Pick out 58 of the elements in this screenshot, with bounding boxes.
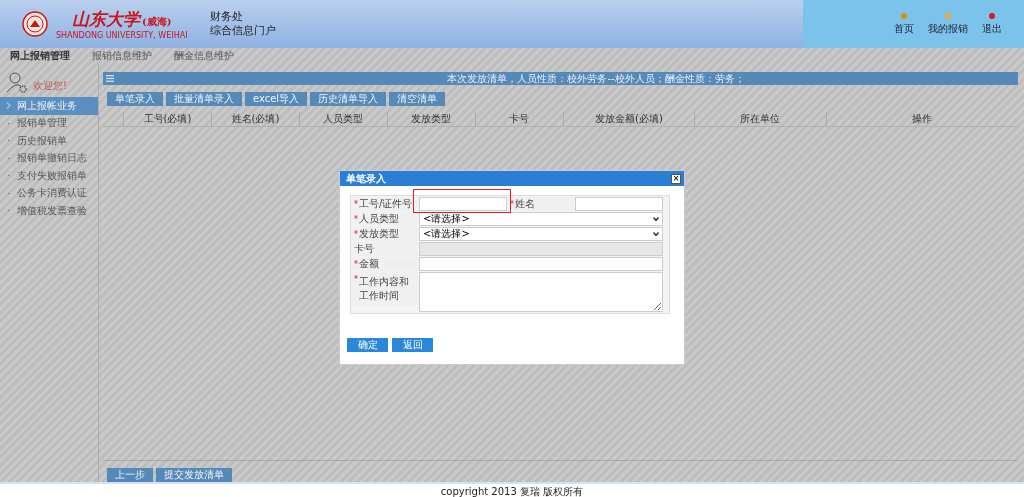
toolbar-button[interactable]: 批量清单录入 (166, 92, 242, 106)
text-field[interactable] (575, 197, 663, 211)
welcome-text: 欢迎您! (33, 79, 67, 93)
header-link[interactable]: 退出 (982, 13, 1002, 36)
footer-button[interactable]: 提交发放清单 (156, 468, 232, 482)
department-title: 财务处 (209, 10, 244, 24)
column-header: 发放类型 (386, 112, 475, 126)
sidebar-item[interactable]: 报销单撤销日志 (0, 149, 98, 167)
user-gear-icon (5, 70, 29, 94)
dialog-button[interactable]: 确定 (347, 338, 388, 352)
text-field[interactable] (419, 257, 663, 271)
toolbar-button[interactable]: 历史清单导入 (310, 92, 387, 106)
column-header: 工号(必填) (123, 112, 211, 126)
sidebar-item[interactable]: 网上报帐业务 (0, 97, 98, 115)
column-header: 卡号 (474, 112, 563, 126)
field-label: 金额 (359, 257, 379, 271)
field-label: 发放类型 (359, 227, 399, 241)
column-header: 操作 (825, 112, 1018, 126)
sidebar-item[interactable]: 公务卡消费认证 (0, 184, 98, 202)
field-label: 卡号 (354, 242, 374, 256)
footer-button[interactable]: 上一步 (107, 468, 153, 482)
university-emblem-icon (22, 11, 48, 37)
text-field[interactable] (419, 197, 507, 211)
header-link[interactable]: 首页 (894, 13, 914, 36)
chevron-right-icon (6, 102, 11, 110)
column-header: 发放金额(必填) (562, 112, 695, 126)
toolbar-button[interactable]: excel导入 (245, 92, 308, 106)
dialog-button[interactable]: 返回 (392, 338, 433, 352)
field-label: 工号/证件号 (359, 197, 413, 211)
logo-english-text: SHANDONG UNIVERSITY, WEIHAI (56, 31, 188, 40)
column-header: 所在单位 (694, 112, 826, 126)
nav-tab[interactable]: 报销信息维护 (92, 49, 152, 63)
chevron-down-icon (653, 232, 659, 236)
portal-title: 综合信息门户 (209, 24, 276, 38)
column-header: 人员类型 (298, 112, 387, 126)
field-label: 工作内容和工作时间 (359, 275, 410, 303)
nav-tab[interactable]: 网上报销管理 (10, 49, 70, 63)
close-button[interactable]: × (671, 173, 681, 184)
chevron-down-icon (653, 217, 659, 221)
select-field[interactable]: <请选择> (419, 212, 663, 226)
sidebar-item[interactable]: 增值税发票查验 (0, 202, 98, 220)
header-link[interactable]: 我的报销 (928, 13, 968, 36)
sidebar-item[interactable]: 支付失败报销单 (0, 167, 98, 185)
field-label: 姓名 (515, 197, 535, 211)
toolbar-button[interactable]: 单笔录入 (107, 92, 163, 106)
column-header: 姓名(必填) (210, 112, 299, 126)
nav-tab[interactable]: 酬金信息维护 (174, 49, 234, 63)
dialog-title: 单笔录入 (346, 171, 386, 186)
select-field[interactable]: <请选择> (419, 227, 663, 241)
field-label: 人员类型 (359, 212, 399, 226)
info-text: 本次发放清单，人员性质：校外劳务--校外人员；酬金性质：劳务； (446, 71, 746, 86)
copyright-text: copyright 2013 复瑞 版权所有 (440, 484, 584, 497)
list-icon (106, 75, 114, 82)
logo-text: 山东大学(威海) (72, 8, 172, 31)
sidebar-item[interactable]: 报销单管理 (0, 114, 98, 132)
textarea-field[interactable] (419, 272, 663, 312)
toolbar-button[interactable]: 清空清单 (389, 92, 446, 106)
sidebar-item[interactable]: 历史报销单 (0, 132, 98, 150)
